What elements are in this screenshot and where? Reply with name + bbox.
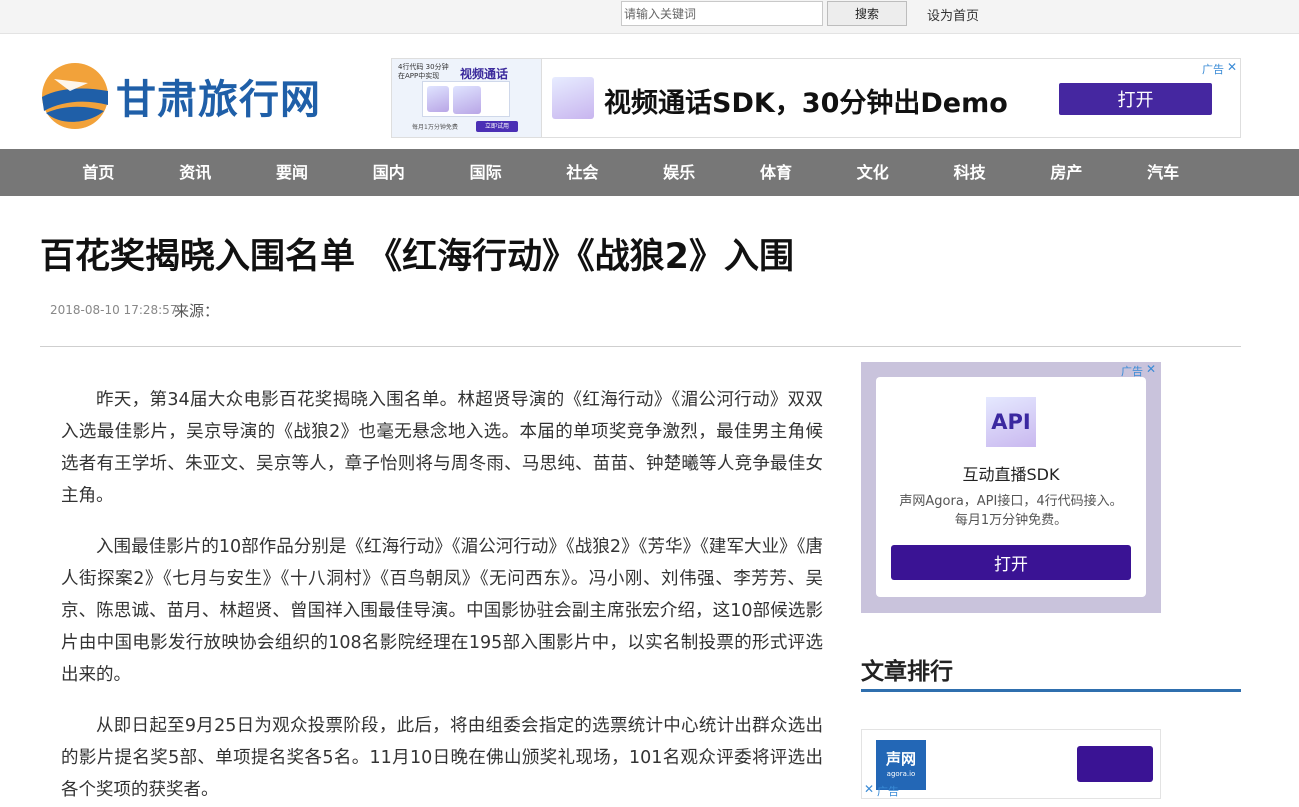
banner-ad-avatar-icon	[552, 77, 594, 119]
banner-ad-label: 广告	[1202, 63, 1224, 76]
nav-item[interactable]: 国际	[437, 149, 534, 196]
bottom-ad[interactable]: 声网 agora.io ✕ 广告	[861, 729, 1161, 799]
banner-ad[interactable]: 4行代码 30分钟 在APP中实现 视频通话 每月1万分钟免费 立即试用 视频通…	[391, 58, 1241, 138]
thumb-title: 视频通话	[460, 67, 509, 81]
logo-text: 甘肃旅行网	[116, 76, 321, 123]
api-icon: API	[986, 397, 1036, 447]
article-paragraph: 从即日起至9月25日为观众投票阶段，此后，将由组委会指定的选票统计中心统计出群众…	[61, 716, 823, 800]
ranking-underline	[861, 689, 1241, 692]
sidebar-ad-close-icon[interactable]: ✕	[1146, 362, 1156, 376]
banner-ad-open-button[interactable]: 打开	[1059, 83, 1212, 115]
article-title: 百花奖揭晓入围名单 《红海行动》《战狼2》入围	[40, 237, 795, 277]
nav-item[interactable]: 体育	[728, 149, 825, 196]
nav-item[interactable]: 文化	[824, 149, 921, 196]
banner-ad-close-icon[interactable]: ✕	[1227, 60, 1237, 74]
sidebar-ad-card: API 互动直播SDK 声网Agora，API接口，4行代码接入。 每月1万分钟…	[876, 377, 1146, 597]
nav-item[interactable]: 社会	[534, 149, 631, 196]
article-source: 来源：	[174, 302, 220, 320]
main-nav: 首页 资讯 要闻 国内 国际 社会 娱乐 体育 文化 科技 房产 汽车	[0, 149, 1299, 196]
sidebar-ad[interactable]: 广告 ✕ API 互动直播SDK 声网Agora，API接口，4行代码接入。 每…	[861, 362, 1161, 613]
article-body: 昨天，第34届大众电影百花奖揭晓入围名单。林超贤导演的《红海行动》《湄公河行动》…	[61, 384, 823, 807]
thumb-footer: 每月1万分钟免费	[412, 124, 458, 131]
sidebar-ad-desc-line: 声网Agora，API接口，4行代码接入。	[899, 494, 1123, 509]
agora-logo-text: 声网	[885, 750, 916, 768]
nav-item[interactable]: 要闻	[244, 149, 341, 196]
article-date: 2018-08-10 17:28:57	[50, 303, 178, 317]
nav-item[interactable]: 首页	[50, 149, 147, 196]
nav-item[interactable]: 娱乐	[631, 149, 728, 196]
sidebar-ad-title: 互动直播SDK	[962, 465, 1060, 484]
sidebar-ad-desc-line: 每月1万分钟免费。	[954, 513, 1068, 528]
nav-item[interactable]: 资讯	[147, 149, 244, 196]
nav-item[interactable]: 科技	[921, 149, 1018, 196]
search-button[interactable]: 搜索	[827, 1, 907, 26]
sidebar-ad-open-button[interactable]: 打开	[891, 545, 1131, 580]
sidebar-ad-description: 声网Agora，API接口，4行代码接入。 每月1万分钟免费。	[886, 492, 1136, 530]
nav-item[interactable]: 国内	[340, 149, 437, 196]
logo-emblem-icon	[42, 63, 108, 129]
banner-ad-thumbnail: 4行代码 30分钟 在APP中实现 视频通话 每月1万分钟免费 立即试用	[392, 59, 542, 137]
title-divider	[40, 346, 1241, 347]
banner-ad-text: 视频通话SDK，30分钟出Demo	[604, 88, 1008, 119]
article-paragraph: 昨天，第34届大众电影百花奖揭晓入围名单。林超贤导演的《红海行动》《湄公河行动》…	[61, 390, 823, 506]
thumb-video-card	[422, 81, 510, 117]
thumb-try-button: 立即试用	[476, 121, 518, 132]
search-input[interactable]	[621, 1, 823, 26]
nav-item[interactable]: 房产	[1018, 149, 1115, 196]
thumb-small-text: 4行代码 30分钟 在APP中实现	[398, 63, 449, 80]
bottom-ad-button[interactable]	[1077, 746, 1153, 782]
top-bar: 搜索 设为首页	[0, 0, 1299, 34]
nav-item[interactable]: 汽车	[1115, 149, 1212, 196]
bottom-ad-close-icon[interactable]: ✕	[864, 782, 874, 796]
ranking-title: 文章排行	[861, 659, 953, 685]
site-logo[interactable]: 甘肃旅行网	[40, 58, 350, 134]
agora-logo-domain: agora.io	[886, 770, 916, 778]
article-paragraph: 入围最佳影片的10部作品分别是《红海行动》《湄公河行动》《战狼2》《芳华》《建军…	[61, 537, 823, 685]
set-homepage-link[interactable]: 设为首页	[927, 5, 979, 24]
bottom-ad-label: 广告	[877, 785, 899, 798]
